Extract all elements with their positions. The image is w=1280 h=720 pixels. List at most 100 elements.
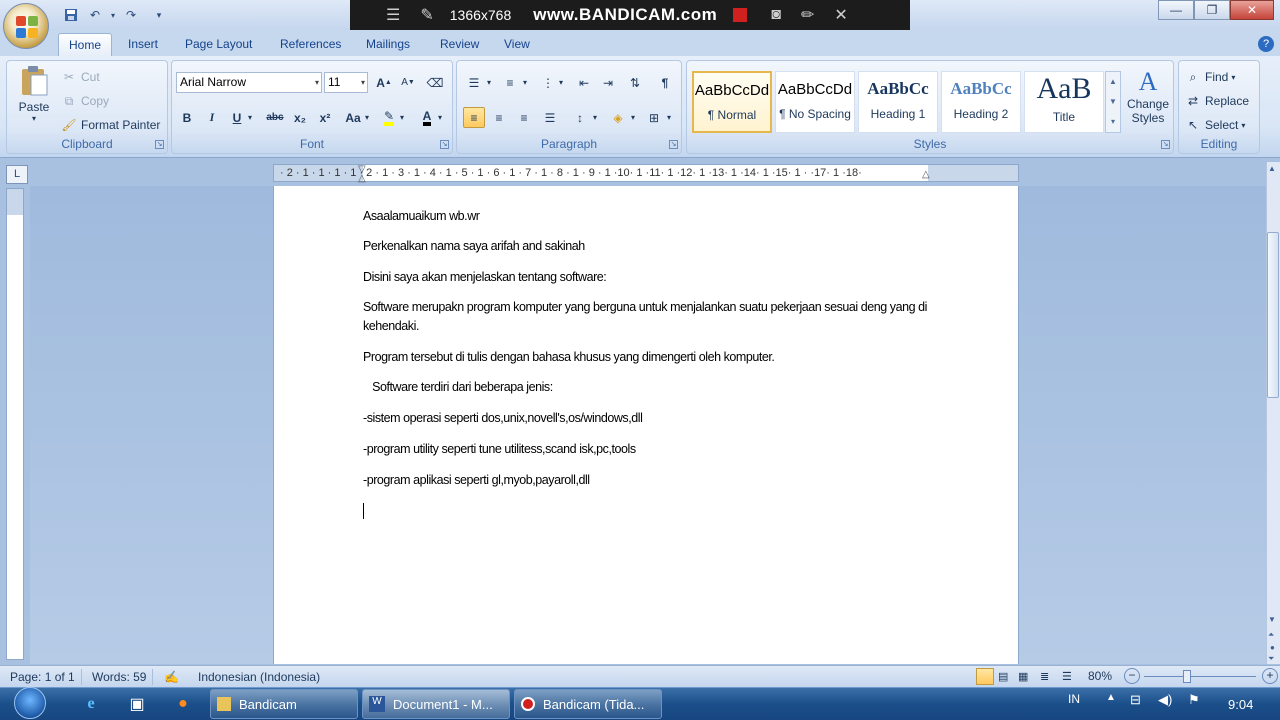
pin-icon[interactable]: ✎ — [420, 5, 433, 25]
chevron-down-icon[interactable]: ▾ — [365, 113, 369, 122]
restore-button[interactable]: ❐ — [1194, 0, 1230, 20]
align-left-icon[interactable]: ≡ — [463, 107, 485, 128]
italic-button[interactable]: I — [201, 107, 223, 128]
chevron-down-icon[interactable]: ▾ — [487, 78, 491, 87]
chevron-down-icon[interactable]: ▾ — [667, 113, 671, 122]
menu-icon[interactable]: ☰ — [386, 5, 400, 25]
tab-selector[interactable]: L — [6, 165, 28, 184]
shrink-font-button[interactable]: A ▼ — [397, 72, 419, 93]
change-styles-button[interactable]: A Change Styles — [1125, 67, 1171, 125]
doc-paragraph[interactable]: -program utility seperti tune utilitess,… — [363, 440, 636, 458]
taskbar-bandicam-app[interactable]: Bandicam (Tida... — [514, 689, 662, 719]
print-layout-view-icon[interactable] — [976, 668, 994, 685]
save-icon[interactable] — [62, 6, 80, 24]
zoom-in-icon[interactable]: + — [1262, 668, 1278, 684]
media-player-icon[interactable]: ▣ — [124, 691, 150, 717]
action-center-icon[interactable]: ⚑ — [1188, 692, 1200, 708]
multilevel-list-icon[interactable]: ⋮ — [537, 72, 559, 93]
chevron-down-icon[interactable]: ▾ — [400, 113, 404, 122]
internet-explorer-icon[interactable]: e — [78, 691, 104, 717]
scroll-up-icon[interactable]: ▲ — [1268, 164, 1276, 173]
style-heading-1[interactable]: AaBbCc Heading 1 — [858, 71, 938, 133]
style-no-spacing[interactable]: AaBbCcDd ¶ No Spacing — [775, 71, 855, 133]
highlight-button[interactable]: ✎ — [378, 107, 400, 128]
tab-review[interactable]: Review — [430, 33, 489, 56]
browse-object-icon[interactable]: ● — [1270, 643, 1275, 652]
record-stop-icon[interactable] — [733, 8, 748, 22]
subscript-button[interactable]: x₂ — [289, 107, 311, 128]
zoom-slider-track[interactable] — [1144, 676, 1256, 677]
copy-button[interactable]: ⧉ Copy — [61, 93, 109, 109]
chevron-down-icon[interactable]: ▾ — [593, 113, 597, 122]
right-indent-marker[interactable]: △ — [922, 169, 930, 180]
camera-icon[interactable]: ◙ — [771, 6, 781, 24]
draft-view-icon[interactable]: ☰ — [1062, 670, 1072, 683]
zoom-slider-thumb[interactable] — [1183, 670, 1191, 683]
previous-page-icon[interactable]: ⏶ — [1268, 630, 1274, 640]
clear-formatting-icon[interactable]: ⌫ — [424, 72, 446, 93]
grow-font-button[interactable]: A ▲ — [373, 72, 395, 93]
tab-view[interactable]: View — [494, 33, 540, 56]
font-name-combo[interactable]: Arial Narrow ▾ — [176, 72, 322, 93]
full-screen-reading-icon[interactable]: ▤ — [998, 670, 1008, 683]
align-center-icon[interactable]: ≡ — [488, 107, 510, 128]
office-button[interactable] — [3, 3, 49, 49]
clipboard-launcher-icon[interactable]: ↘ — [155, 140, 164, 149]
cut-button[interactable]: ✂ Cut — [61, 69, 100, 85]
tab-home[interactable]: Home — [58, 33, 113, 56]
strikethrough-button[interactable]: abc — [264, 107, 286, 128]
input-language[interactable]: IN — [1068, 692, 1080, 706]
sort-icon[interactable]: ⇅ — [624, 72, 646, 93]
increase-indent-icon[interactable]: ⇥ — [597, 72, 619, 93]
start-button[interactable] — [6, 686, 54, 720]
style-title[interactable]: AaB Title — [1024, 71, 1104, 133]
bullets-icon[interactable]: ☰ — [463, 72, 485, 93]
font-size-combo[interactable]: 11 ▾ — [324, 72, 368, 93]
doc-paragraph[interactable]: Disini saya akan menjelaskan tentang sof… — [363, 268, 607, 286]
font-launcher-icon[interactable]: ↘ — [440, 140, 449, 149]
tab-mailings[interactable]: Mailings — [356, 33, 420, 56]
scroll-down-icon[interactable]: ▼ — [1268, 615, 1276, 624]
decrease-indent-icon[interactable]: ⇤ — [573, 72, 595, 93]
select-button[interactable]: ↖ Select ▾ — [1185, 117, 1245, 133]
styles-launcher-icon[interactable]: ↘ — [1161, 140, 1170, 149]
doc-paragraph[interactable]: -sistem operasi seperti dos,unix,novell'… — [363, 409, 643, 427]
doc-paragraph[interactable]: Program tersebut di tulis dengan bahasa … — [363, 348, 775, 366]
tab-references[interactable]: References — [270, 33, 351, 56]
borders-icon[interactable]: ⊞ — [643, 107, 665, 128]
paste-button[interactable]: Paste ▾ — [13, 65, 55, 135]
styles-scroll[interactable]: ▲ ▼ ▾ — [1105, 71, 1121, 133]
chevron-down-icon[interactable]: ▾ — [438, 113, 442, 122]
pencil-icon[interactable]: ✏ — [801, 5, 814, 25]
doc-paragraph[interactable]: -program aplikasi seperti gl,myob,payaro… — [363, 471, 590, 489]
close-overlay-icon[interactable]: ✕ — [834, 5, 847, 25]
show-formatting-icon[interactable]: ¶ — [654, 72, 676, 93]
redo-icon[interactable]: ↷ — [122, 6, 140, 24]
taskbar-document1[interactable]: W Document1 - M... — [362, 689, 510, 719]
format-painter-button[interactable]: 🖌 Format Painter — [61, 117, 160, 133]
change-case-button[interactable]: Aa — [342, 107, 364, 128]
replace-button[interactable]: ⇄ Replace — [1185, 93, 1249, 109]
numbering-icon[interactable]: ≡ — [499, 72, 521, 93]
left-indent-marker[interactable]: △ — [358, 173, 366, 184]
next-page-icon[interactable]: ⏷ — [1268, 654, 1274, 664]
doc-paragraph[interactable]: kehendaki. — [363, 317, 419, 335]
underline-button[interactable]: U — [226, 107, 248, 128]
customize-qat-icon[interactable]: ▾ — [150, 6, 168, 24]
close-button[interactable]: ✕ — [1230, 0, 1274, 20]
undo-icon[interactable]: ↶ — [86, 6, 104, 24]
undo-dropdown-icon[interactable]: ▾ — [104, 6, 122, 24]
shading-icon[interactable]: ◈ — [607, 107, 629, 128]
chevron-down-icon[interactable]: ▾ — [631, 113, 635, 122]
zoom-out-icon[interactable]: − — [1124, 668, 1140, 684]
web-layout-icon[interactable]: ▦ — [1018, 670, 1028, 683]
help-icon[interactable]: ? — [1258, 36, 1274, 52]
scrollbar-thumb[interactable] — [1267, 232, 1279, 398]
minimize-button[interactable]: — — [1158, 0, 1194, 20]
horizontal-ruler[interactable]: · 2 · 1 · 1 · 1 · 1 · 2 · 1 · 3 · 1 · 4 … — [273, 164, 1019, 184]
style-heading-2[interactable]: AaBbCc Heading 2 — [941, 71, 1021, 133]
taskbar-bandicam-folder[interactable]: Bandicam — [210, 689, 358, 719]
bold-button[interactable]: B — [176, 107, 198, 128]
superscript-button[interactable]: x² — [314, 107, 336, 128]
font-color-button[interactable]: A — [416, 107, 438, 128]
